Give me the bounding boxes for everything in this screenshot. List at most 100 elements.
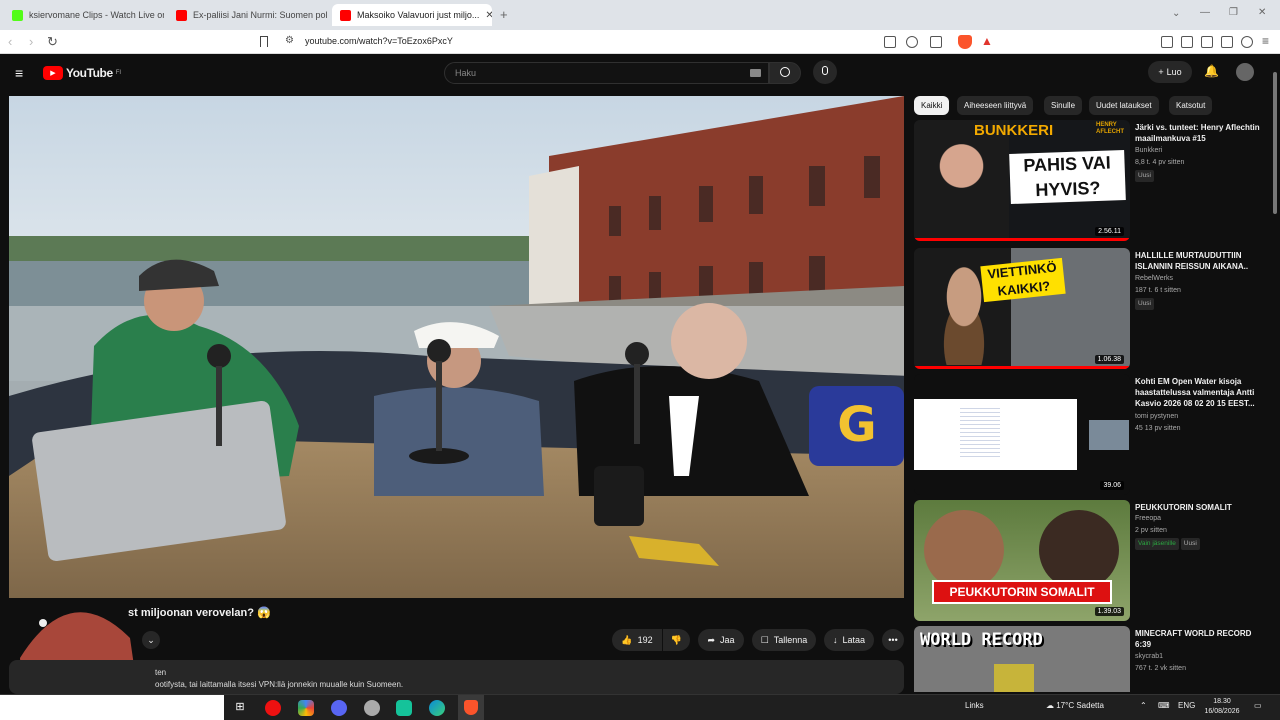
video-thumbnail[interactable]: PEUKKUTORIN SOMALIT 1.39.03 xyxy=(914,500,1130,621)
more-icon: ••• xyxy=(888,635,898,645)
media-icon[interactable] xyxy=(1161,36,1173,48)
rec-title[interactable]: HALLILLE MURTAUDUTTIIN ISLANNIN REISSUN … xyxy=(1135,250,1260,272)
url-input[interactable]: youtube.com/watch?v=ToEzox6PxcY xyxy=(305,36,453,46)
search-button[interactable] xyxy=(769,62,801,84)
reload-icon[interactable]: ↻ xyxy=(47,34,58,50)
close-tab-icon[interactable]: ✕ xyxy=(485,10,492,21)
keyboard-icon[interactable] xyxy=(750,69,761,77)
brave-taskbar-button[interactable] xyxy=(458,695,484,720)
rec-channel[interactable]: RebelWerks xyxy=(1135,274,1173,284)
task-view-icon[interactable]: ⊞ xyxy=(232,700,248,716)
search-icon xyxy=(780,67,790,77)
rec-channel[interactable]: tomi pystynen xyxy=(1135,412,1178,422)
rec-title[interactable]: Järki vs. tunteet: Henry Aflechtin maail… xyxy=(1135,122,1260,144)
avatar[interactable] xyxy=(1236,63,1254,81)
bookmark-icon[interactable] xyxy=(260,36,268,47)
share-label: Jaa xyxy=(720,635,735,645)
edge-icon[interactable] xyxy=(429,700,445,716)
close-window-icon[interactable]: ✕ xyxy=(1258,7,1266,18)
video-thumbnail[interactable]: BUNKKERI HENRY AFLECHT PAHIS VAI HYVIS? … xyxy=(914,120,1130,241)
voice-search-button[interactable] xyxy=(813,60,837,84)
save-playlist-icon: ☐ xyxy=(760,634,769,645)
more-actions-button[interactable]: ••• xyxy=(882,629,904,651)
wallet-icon[interactable] xyxy=(1201,36,1213,48)
create-button[interactable]: + Luo xyxy=(1148,61,1192,83)
description-box[interactable]: ten ootifysta, tai laittamalla itsesi VP… xyxy=(9,660,904,694)
chip-all[interactable]: Kaikki xyxy=(914,96,950,115)
opera-icon[interactable] xyxy=(265,700,281,716)
site-info-icon[interactable]: ⚙ xyxy=(285,35,294,46)
install-icon[interactable] xyxy=(930,36,942,48)
discord-icon[interactable] xyxy=(331,700,347,716)
youtube-logo[interactable]: ▶ YouTube FI xyxy=(43,66,121,80)
brave-shield-icon[interactable] xyxy=(958,35,972,49)
scrollbar-thumb[interactable] xyxy=(1273,72,1277,214)
chip-related[interactable]: Aiheeseen liittyvä xyxy=(957,96,1034,115)
hamburger-menu-icon[interactable]: ≡ xyxy=(15,65,23,81)
logo-text: YouTube xyxy=(66,66,113,80)
leo-ai-icon[interactable] xyxy=(1221,36,1233,48)
weather-widget[interactable]: ☁ 17°C Sadetta xyxy=(1046,701,1104,710)
dislike-button[interactable]: 👎 xyxy=(663,629,690,651)
rec-title[interactable]: PEUKKUTORIN SOMALIT xyxy=(1135,502,1260,513)
video-player[interactable]: G xyxy=(9,96,904,598)
chip-for-you[interactable]: Sinulle xyxy=(1044,96,1083,115)
browser-tab-kick[interactable]: ksiervomane Clips - Watch Live on Kick xyxy=(4,4,164,26)
webcam-preview xyxy=(1089,420,1129,450)
chevron-down-icon[interactable]: ⌄ xyxy=(1172,8,1180,19)
rec-channel[interactable]: Freeopa xyxy=(1135,514,1161,524)
network-icon[interactable]: ⌨ xyxy=(1158,701,1170,710)
notifications-bell-icon[interactable]: 🔔 xyxy=(1204,64,1219,78)
rec-channel[interactable]: skycrab1 xyxy=(1135,652,1163,662)
back-icon[interactable]: ‹ xyxy=(8,34,12,50)
brave-rewards-icon[interactable]: ▲ xyxy=(981,34,993,48)
app-icon[interactable] xyxy=(396,700,412,716)
like-button[interactable]: 👍 192 xyxy=(612,629,662,651)
new-badge: Uusi xyxy=(1135,298,1155,310)
browser-tab-youtube-active[interactable]: Maksoiko Valavuori just miljo... ✕ xyxy=(332,4,492,26)
rec-meta: 45 13 pv sitten xyxy=(1135,425,1181,432)
app-icon[interactable] xyxy=(364,700,380,716)
save-button[interactable]: ☐ Tallenna xyxy=(752,629,816,651)
translate-icon[interactable] xyxy=(884,36,896,48)
taskbar-search[interactable] xyxy=(0,695,224,720)
watch-progress xyxy=(914,366,1130,369)
video-thumbnail[interactable]: WORLD RECORD xyxy=(914,626,1130,692)
rec-title[interactable]: Kohti EM Open Water kisoja haastatteluss… xyxy=(1135,376,1260,409)
video-thumbnail[interactable]: VIETTINKÖ KAIKKI? 1.06.38 xyxy=(914,248,1130,369)
chevron-down-icon[interactable]: ⌄ xyxy=(142,631,160,649)
search-input[interactable]: Haku xyxy=(444,62,769,84)
minimize-icon[interactable]: — xyxy=(1200,7,1210,18)
tray-overflow-icon[interactable]: ⌃ xyxy=(1140,701,1147,710)
rec-title[interactable]: MINECRAFT WORLD RECORD 6:39 xyxy=(1135,628,1260,650)
browser-tab-bar: ksiervomane Clips - Watch Live on Kick E… xyxy=(0,0,1280,30)
maximize-icon[interactable]: ❐ xyxy=(1229,7,1238,18)
clock[interactable]: 18.30 16/08/2026 xyxy=(1202,697,1242,717)
menu-icon[interactable]: ≡ xyxy=(1262,34,1269,48)
recommendation-item[interactable]: 39.06 Kohti EM Open Water kisoja haastat… xyxy=(914,374,1264,496)
chip-watched[interactable]: Katsotut xyxy=(1169,96,1213,115)
video-thumbnail[interactable]: 39.06 xyxy=(914,374,1130,495)
new-tab-button[interactable]: + xyxy=(500,7,508,22)
language-indicator[interactable]: ENG xyxy=(1178,701,1195,710)
sidebar-icon[interactable] xyxy=(1181,36,1193,48)
chip-recent-uploads[interactable]: Uudet lataukset xyxy=(1089,96,1159,115)
members-only-badge: Vain jäsenille xyxy=(1135,538,1179,550)
notification-center-icon[interactable]: ▭ xyxy=(1254,701,1262,710)
browser-tab-youtube-1[interactable]: Ex-paliisi Jani Nurmi: Suomen poliisi... xyxy=(168,4,328,26)
recommendation-item[interactable]: VIETTINKÖ KAIKKI? 1.06.38 HALLILLE MURTA… xyxy=(914,248,1264,370)
recommendation-item[interactable]: BUNKKERI HENRY AFLECHT PAHIS VAI HYVIS? … xyxy=(914,120,1264,242)
vpn-icon[interactable] xyxy=(1241,36,1253,48)
address-bar: ‹ › ↻ ⚙ youtube.com/watch?v=ToEzox6PxcY … xyxy=(0,30,1280,54)
app-icon[interactable] xyxy=(298,700,314,716)
video-title: st miljoonan verovelan? 😱 xyxy=(128,607,271,619)
forward-icon[interactable]: › xyxy=(29,34,33,50)
rec-channel[interactable]: Bunkkeri xyxy=(1135,146,1162,156)
download-button[interactable]: ↓ Lataa xyxy=(824,629,874,651)
zoom-icon[interactable] xyxy=(906,36,918,48)
thumbs-up-icon: 👍 xyxy=(621,634,633,645)
links-toolbar[interactable]: Links xyxy=(965,701,984,710)
recommendation-item[interactable]: WORLD RECORD MINECRAFT WORLD RECORD 6:39… xyxy=(914,626,1264,692)
recommendation-item[interactable]: PEUKKUTORIN SOMALIT 1.39.03 PEUKKUTORIN … xyxy=(914,500,1264,622)
share-button[interactable]: ➦ Jaa xyxy=(698,629,744,651)
